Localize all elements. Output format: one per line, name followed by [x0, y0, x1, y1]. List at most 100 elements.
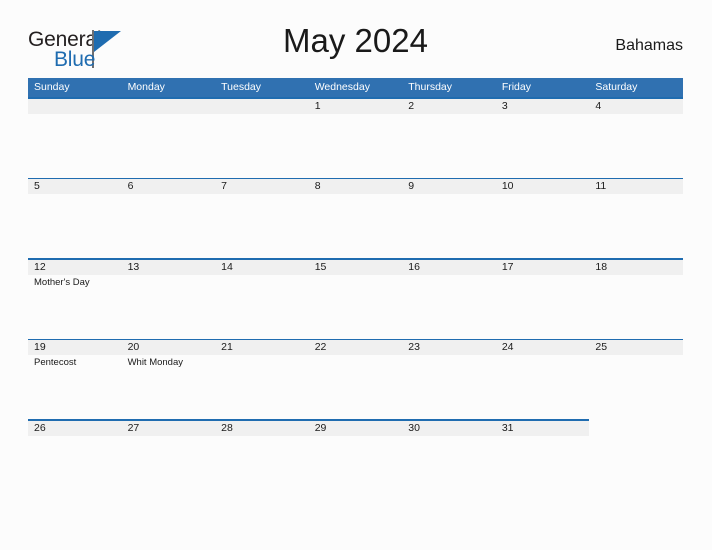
- day-events: [221, 436, 309, 438]
- holiday-event-label: Pentecost: [34, 357, 77, 368]
- calendar-week-row: 19 Pentecost 20 Whit Monday 21 22 23 24 25: [28, 338, 683, 420]
- day-cell[interactable]: 5: [28, 179, 122, 258]
- day-cell[interactable]: 16: [402, 260, 496, 339]
- day-events: Whit Monday: [128, 355, 216, 369]
- day-cell[interactable]: 24: [496, 340, 590, 419]
- day-events: [502, 114, 590, 116]
- holiday-event-label: Whit Monday: [127, 357, 183, 368]
- day-cell[interactable]: 31: [496, 421, 590, 500]
- day-number: 10: [501, 180, 514, 192]
- day-events: [221, 194, 309, 196]
- day-events: [408, 355, 496, 357]
- day-number: 19: [34, 341, 46, 353]
- day-number: 20: [127, 341, 140, 353]
- day-events: [408, 275, 496, 277]
- calendar-page: General Blue May 2024 Bahamas Sunday Mon…: [0, 0, 712, 550]
- day-of-week-header-row: Sunday Monday Tuesday Wednesday Thursday…: [28, 78, 683, 97]
- day-events: [408, 114, 496, 116]
- day-of-week-wednesday: Wednesday: [314, 81, 370, 93]
- day-events: [221, 355, 309, 357]
- week-day-cells: 19 Pentecost 20 Whit Monday 21 22 23 24 25: [28, 340, 683, 419]
- day-number: 21: [221, 341, 233, 353]
- day-events: [315, 275, 403, 277]
- day-cell-empty: [589, 421, 683, 500]
- calendar-week-row: 12 Mother's Day 13 14 15 16 17 18: [28, 258, 683, 339]
- day-cell[interactable]: 29: [309, 421, 403, 500]
- day-cell[interactable]: 18: [589, 260, 683, 339]
- day-cell[interactable]: 27: [122, 421, 216, 500]
- day-of-week-friday: Friday: [501, 81, 531, 93]
- day-number: 6: [127, 180, 134, 192]
- locale-label: Bahamas: [615, 37, 683, 54]
- day-events: [408, 194, 496, 196]
- day-events: [315, 355, 403, 357]
- day-cell[interactable]: 21: [215, 340, 309, 419]
- calendar-table: Sunday Monday Tuesday Wednesday Thursday…: [28, 78, 683, 500]
- day-events: [502, 275, 590, 277]
- day-cell[interactable]: 15: [309, 260, 403, 339]
- day-cell[interactable]: 3: [496, 99, 590, 178]
- day-cell[interactable]: 22: [309, 340, 403, 419]
- day-cell[interactable]: 14: [215, 260, 309, 339]
- day-cell[interactable]: 2: [402, 99, 496, 178]
- day-cell[interactable]: 25: [589, 340, 683, 419]
- day-number: 8: [314, 180, 321, 192]
- day-cell[interactable]: 7: [215, 179, 309, 258]
- day-number: 3: [501, 99, 508, 112]
- day-number: 12: [34, 260, 46, 273]
- week-day-cells: 1 2 3 4: [28, 99, 683, 178]
- day-of-week-sunday: Sunday: [34, 81, 70, 93]
- day-number: 9: [408, 180, 415, 192]
- day-events: [34, 114, 122, 116]
- day-number: 15: [314, 260, 327, 273]
- day-number: 2: [408, 99, 415, 112]
- day-number: 26: [34, 421, 46, 434]
- day-of-week-monday: Monday: [127, 81, 165, 93]
- day-number: 27: [127, 421, 140, 434]
- day-events: [502, 194, 590, 196]
- day-events: [502, 355, 590, 357]
- page-title: May 2024: [283, 22, 428, 59]
- day-events: [315, 194, 403, 196]
- day-cell[interactable]: 17: [496, 260, 590, 339]
- day-events: [595, 114, 683, 116]
- day-cell[interactable]: 28: [215, 421, 309, 500]
- week-day-cells: 26 27 28 29 30 31: [28, 421, 683, 500]
- day-number: 22: [314, 341, 327, 353]
- day-number: 18: [595, 260, 608, 273]
- day-cell[interactable]: 26: [28, 421, 122, 500]
- day-events: [34, 194, 122, 196]
- holiday-event-label: Mother's Day: [34, 276, 90, 288]
- day-cell[interactable]: 19 Pentecost: [28, 340, 122, 419]
- day-cell[interactable]: 12 Mother's Day: [28, 260, 122, 339]
- day-of-week-saturday: Saturday: [595, 81, 638, 93]
- day-cell[interactable]: 30: [402, 421, 496, 500]
- day-cell-empty: [215, 99, 309, 178]
- day-cell[interactable]: 9: [402, 179, 496, 258]
- day-of-week-tuesday: Tuesday: [221, 81, 262, 93]
- day-events: [595, 355, 683, 357]
- day-number: 31: [501, 421, 514, 434]
- day-number: 7: [221, 180, 227, 192]
- day-number: 29: [314, 421, 327, 434]
- day-number: 30: [408, 421, 420, 434]
- day-events: Mother's Day: [34, 275, 122, 289]
- day-cell[interactable]: 1: [309, 99, 403, 178]
- day-cell[interactable]: 8: [309, 179, 403, 258]
- day-cell[interactable]: 23: [402, 340, 496, 419]
- day-events: [128, 436, 216, 438]
- calendar-week-row: 1 2 3 4: [28, 97, 683, 178]
- day-number: 23: [408, 341, 420, 353]
- day-events: [502, 436, 590, 438]
- day-cell[interactable]: 6: [122, 179, 216, 258]
- day-events: [128, 114, 216, 116]
- day-cell[interactable]: 20 Whit Monday: [122, 340, 216, 419]
- page-header: General Blue May 2024 Bahamas: [28, 22, 683, 71]
- week-day-cells: 5 6 7 8 9 10 11: [28, 179, 683, 258]
- day-cell[interactable]: 11: [589, 179, 683, 258]
- day-cell[interactable]: 10: [496, 179, 590, 258]
- day-events: [408, 436, 496, 438]
- day-cell[interactable]: 13: [122, 260, 216, 339]
- day-events: [34, 436, 122, 438]
- day-cell[interactable]: 4: [589, 99, 683, 178]
